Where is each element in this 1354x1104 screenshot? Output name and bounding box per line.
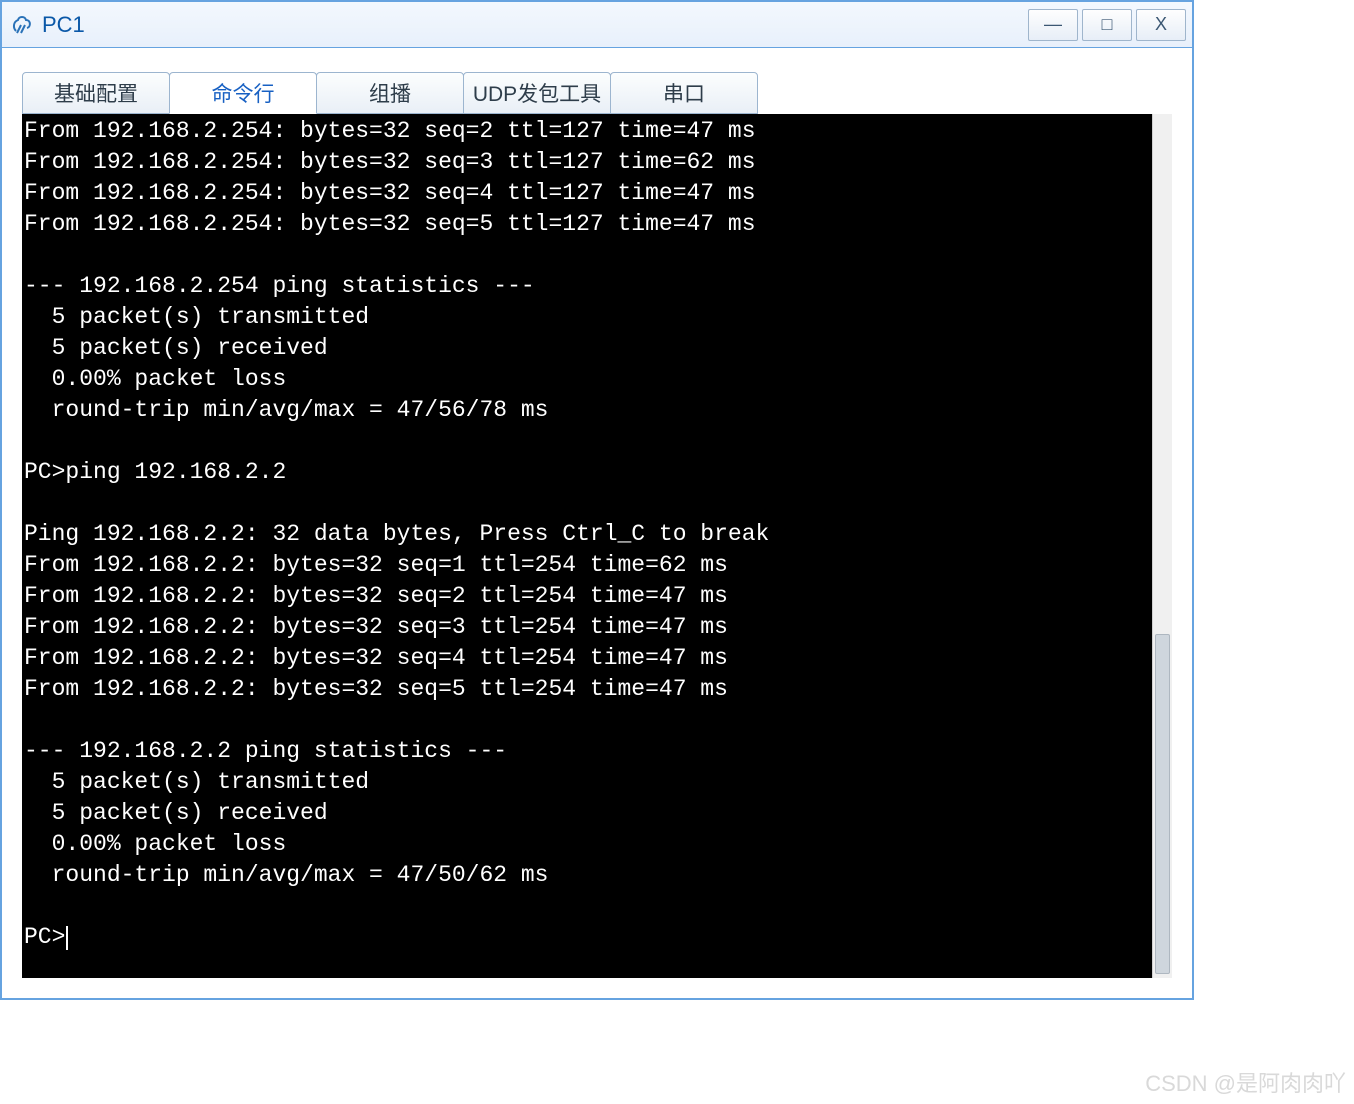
tab-udp-tool[interactable]: UDP发包工具 (463, 72, 611, 114)
maximize-button[interactable]: □ (1082, 9, 1132, 41)
tab-label: 组播 (369, 78, 411, 108)
app-icon (8, 11, 36, 39)
scrollbar-thumb[interactable] (1155, 634, 1170, 974)
tab-label: 命令行 (212, 78, 275, 108)
terminal-container: From 192.168.2.254: bytes=32 seq=2 ttl=1… (22, 114, 1172, 978)
tab-serial[interactable]: 串口 (610, 72, 758, 114)
scrollbar[interactable] (1152, 114, 1172, 978)
minimize-button[interactable]: — (1028, 9, 1078, 41)
tab-label: 基础配置 (54, 78, 138, 108)
window-title: PC1 (42, 12, 1028, 38)
tab-command-line[interactable]: 命令行 (169, 72, 317, 114)
tab-basic-config[interactable]: 基础配置 (22, 72, 170, 114)
tab-label: UDP发包工具 (473, 78, 601, 108)
tab-multicast[interactable]: 组播 (316, 72, 464, 114)
terminal-cursor (66, 926, 68, 950)
window-controls: — □ X (1028, 9, 1186, 41)
tab-bar: 基础配置 命令行 组播 UDP发包工具 串口 (2, 48, 1192, 114)
close-button[interactable]: X (1136, 9, 1186, 41)
tab-label: 串口 (663, 78, 705, 108)
app-window: PC1 — □ X 基础配置 命令行 组播 UDP发包工具 串口 From 19… (0, 0, 1194, 1000)
watermark: CSDN @是阿肉肉吖 (1145, 1066, 1346, 1098)
titlebar[interactable]: PC1 — □ X (2, 2, 1192, 48)
terminal-output[interactable]: From 192.168.2.254: bytes=32 seq=2 ttl=1… (22, 114, 1152, 978)
